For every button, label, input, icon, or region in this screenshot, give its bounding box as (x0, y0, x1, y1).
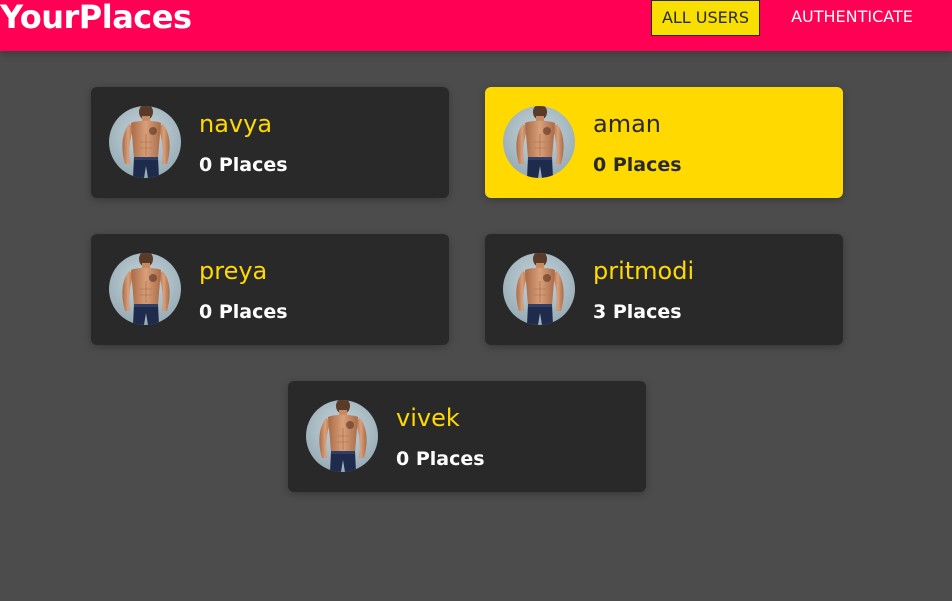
top-navbar: YourPlaces ALL USERS AUTHENTICATE (0, 0, 952, 51)
user-places-count: 3 Places (593, 301, 682, 323)
user-card-aman[interactable]: aman 0 Places (485, 87, 843, 198)
user-card-pritmodi[interactable]: pritmodi 3 Places (485, 234, 843, 345)
user-avatar-icon (109, 253, 181, 325)
user-places-count: 0 Places (593, 154, 682, 176)
user-avatar-icon (503, 253, 575, 325)
user-name: aman (593, 110, 662, 138)
user-places-count: 0 Places (396, 448, 485, 470)
nav-all-users[interactable]: ALL USERS (651, 0, 760, 36)
user-avatar-icon (109, 106, 181, 178)
user-avatar-icon (306, 400, 378, 472)
user-name: vivek (396, 404, 460, 432)
user-name: pritmodi (593, 257, 695, 285)
nav-authenticate[interactable]: AUTHENTICATE (782, 0, 922, 36)
user-card-preya[interactable]: preya 0 Places (91, 234, 449, 345)
brand-title[interactable]: YourPlaces (0, 0, 192, 37)
user-card-navya[interactable]: navya 0 Places (91, 87, 449, 198)
user-name: navya (199, 110, 273, 138)
user-name: preya (199, 257, 268, 285)
user-card-vivek[interactable]: vivek 0 Places (288, 381, 646, 492)
user-avatar-icon (503, 106, 575, 178)
user-places-count: 0 Places (199, 154, 288, 176)
user-places-count: 0 Places (199, 301, 288, 323)
